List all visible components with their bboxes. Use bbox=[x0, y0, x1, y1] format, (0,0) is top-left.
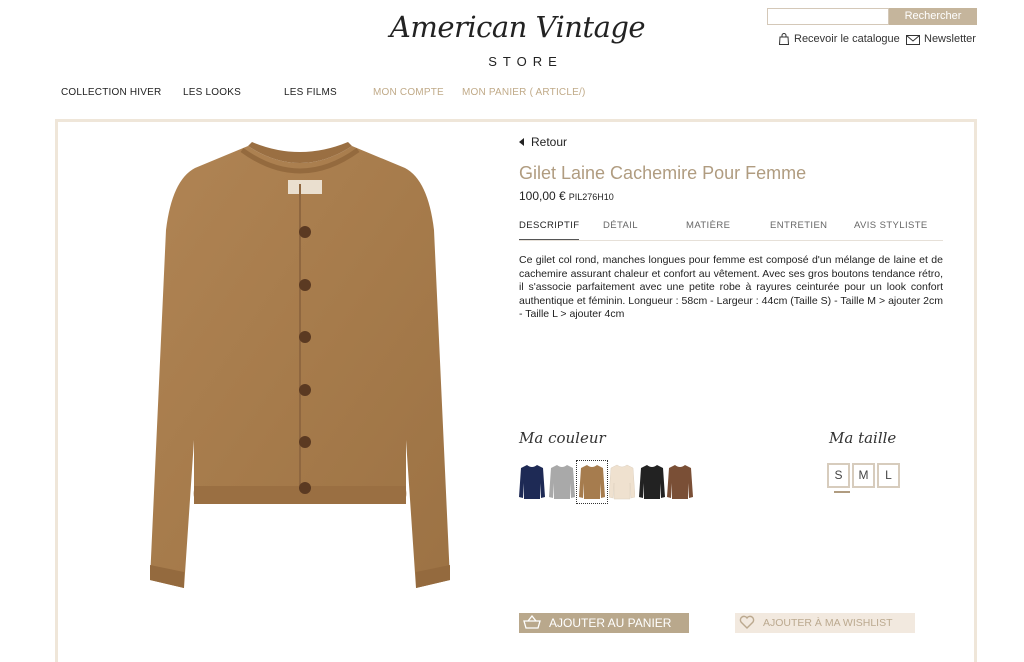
nav-les-films[interactable]: LES FILMS bbox=[284, 87, 337, 98]
product-description: Ce gilet col rond, manches longues pour … bbox=[519, 254, 943, 320]
tab-entretien[interactable]: ENTRETIEN bbox=[770, 220, 827, 231]
active-tab-indicator bbox=[519, 239, 579, 240]
nav-collection-hiver[interactable]: COLLECTION HIVER bbox=[61, 87, 161, 98]
color-swatch-camel[interactable] bbox=[576, 460, 608, 504]
search-input[interactable] bbox=[767, 8, 889, 25]
add-to-wishlist-label: AJOUTER À MA WISHLIST bbox=[763, 617, 893, 629]
catalog-bag-icon bbox=[778, 33, 790, 45]
back-link[interactable]: Retour bbox=[519, 135, 567, 149]
product-image[interactable] bbox=[150, 140, 450, 620]
search-button[interactable]: Rechercher bbox=[889, 8, 977, 25]
logo-script-text: American Vintage bbox=[389, 10, 646, 44]
size-option-s[interactable]: S bbox=[827, 463, 850, 488]
newsletter-link[interactable]: Newsletter bbox=[906, 33, 976, 45]
tab-avis-styliste[interactable]: AVIS STYLISTE bbox=[854, 220, 928, 231]
color-swatch-ivory[interactable] bbox=[608, 463, 636, 501]
size-selector-indicator bbox=[834, 491, 850, 493]
product-title: Gilet Laine Cachemire Pour Femme bbox=[519, 163, 807, 183]
heart-icon bbox=[739, 615, 755, 632]
color-swatch-grey[interactable] bbox=[549, 463, 575, 501]
logo-store-text: STORE bbox=[488, 54, 563, 69]
tab-detail[interactable]: DÉTAIL bbox=[603, 220, 638, 231]
nav-mon-panier[interactable]: MON PANIER ( ARTICLE/) bbox=[462, 87, 586, 98]
nav-mon-compte[interactable]: MON COMPTE bbox=[373, 87, 444, 98]
envelope-icon bbox=[906, 34, 920, 45]
tab-matiere[interactable]: MATIÈRE bbox=[686, 220, 730, 231]
size-label: Ma taille bbox=[829, 429, 897, 447]
product-price: 100,00 € bbox=[519, 189, 566, 203]
size-option-l[interactable]: L bbox=[877, 463, 900, 488]
back-link-label: Retour bbox=[531, 135, 568, 149]
basket-icon bbox=[523, 614, 541, 632]
product-tabs: DESCRIPTIF DÉTAIL MATIÈRE ENTRETIEN AVIS… bbox=[519, 218, 943, 241]
nav-les-looks[interactable]: LES LOOKS bbox=[183, 87, 241, 98]
size-option-m[interactable]: M bbox=[852, 463, 875, 488]
add-to-cart-label: AJOUTER AU PANIER bbox=[549, 616, 672, 630]
newsletter-link-label: Newsletter bbox=[924, 33, 976, 45]
add-to-cart-button[interactable]: AJOUTER AU PANIER bbox=[519, 613, 689, 633]
color-swatch-black[interactable] bbox=[639, 463, 665, 501]
product-price-line: 100,00 € PIL276H10 bbox=[519, 189, 614, 203]
chevron-left-icon bbox=[519, 135, 525, 149]
product-reference: PIL276H10 bbox=[568, 192, 614, 202]
color-swatch-brown[interactable] bbox=[667, 463, 693, 501]
catalog-link-label: Recevoir le catalogue bbox=[794, 33, 900, 45]
catalog-link[interactable]: Recevoir le catalogue bbox=[778, 33, 900, 45]
color-swatch-navy[interactable] bbox=[519, 463, 545, 501]
brand-logo[interactable]: American Vintage STORE bbox=[380, 6, 655, 72]
tab-descriptif[interactable]: DESCRIPTIF bbox=[519, 220, 579, 231]
color-label: Ma couleur bbox=[519, 429, 606, 447]
add-to-wishlist-button[interactable]: AJOUTER À MA WISHLIST bbox=[735, 613, 915, 633]
